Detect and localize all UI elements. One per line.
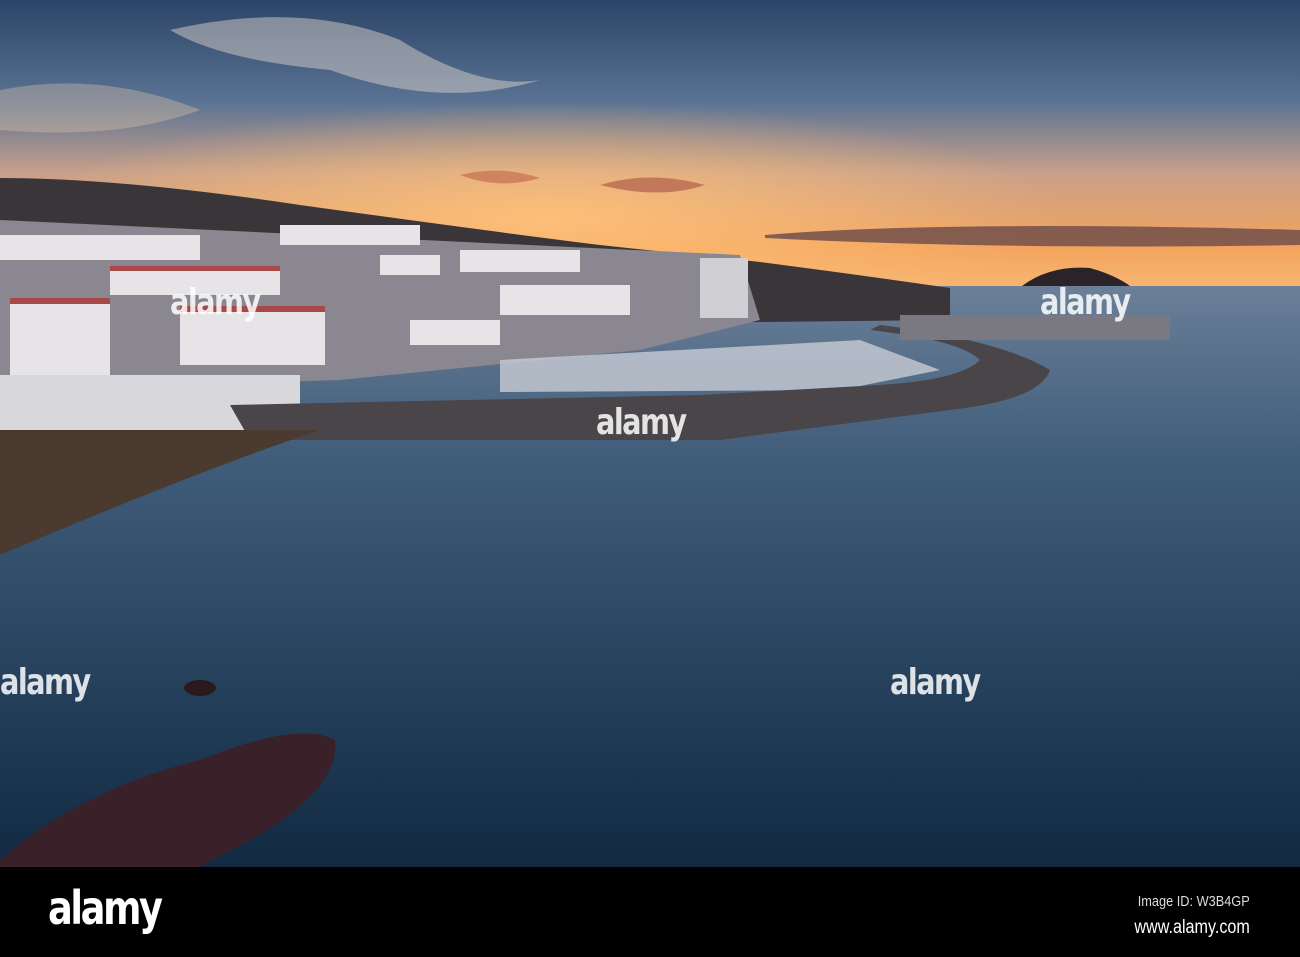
watermark: alamy [0, 662, 91, 703]
website-link[interactable]: www.alamy.com [1135, 917, 1250, 939]
photo-frame: alamy alamy alamy alamy alamy alamy Imag… [0, 0, 1300, 957]
watermark: alamy [1040, 282, 1131, 323]
image-id: Image ID: W3B4GP [1138, 893, 1250, 910]
watermark: alamy [170, 282, 261, 323]
alamy-logo: alamy [48, 881, 163, 935]
rock [184, 680, 216, 696]
watermark: alamy [890, 662, 981, 703]
footer-bar: alamy Image ID: W3B4GP www.alamy.com [0, 867, 1300, 957]
watermark: alamy [596, 402, 687, 443]
